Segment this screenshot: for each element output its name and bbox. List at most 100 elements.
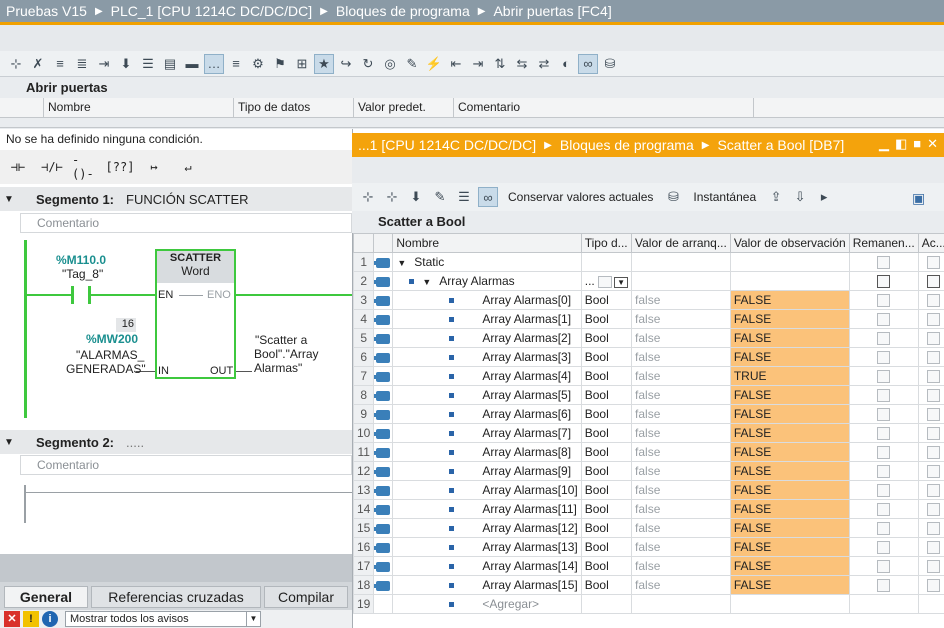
accessible-checkbox[interactable] [927,446,941,460]
retain-cell[interactable] [848,252,919,272]
apply-snapshot-icon[interactable]: ⇩ [790,187,810,207]
retain-checkbox[interactable] [877,503,891,517]
retain-checkbox[interactable] [877,256,891,270]
accessible-cell[interactable] [917,518,944,538]
accessible-checkbox[interactable] [927,427,941,441]
type-value[interactable]: Bool [585,369,609,383]
accessible-cell[interactable] [917,385,944,405]
retain-checkbox[interactable] [877,351,891,365]
type-value[interactable]: Bool [585,407,609,421]
type-value[interactable]: Bool [585,331,609,345]
sort-icon[interactable]: ⇅ [490,54,510,74]
type-value[interactable]: Bool [585,578,609,592]
table-row[interactable]: 15 Array Alarmas[12] Bool false FALSE [352,518,944,538]
name-cell[interactable]: ▼ Array Alarmas [392,271,582,291]
breadcrumb-current-block[interactable]: Abrir puertas [FC4] [493,3,611,19]
accessible-checkbox[interactable] [927,256,941,270]
outdent-icon[interactable]: ⇥ [468,54,488,74]
collapse-triangle-icon[interactable]: ▼ [0,437,18,448]
in-tag-line2[interactable]: GENERADAS" [66,362,146,376]
out-tag-line1[interactable]: "Scatter a [255,333,307,347]
maximize-icon[interactable]: ■ [913,136,921,152]
tab-cross-references[interactable]: Referencias cruzadas [91,586,261,608]
retain-checkbox[interactable] [877,370,891,384]
snapshot-button[interactable]: Instantánea [693,190,756,204]
retain-cell[interactable] [848,290,919,310]
name-cell[interactable]: <Agregar> [392,594,582,614]
type-cell[interactable]: Bool [580,575,633,595]
type-cell[interactable]: Bool [580,309,633,329]
accessible-checkbox[interactable] [927,560,941,574]
retain-cell[interactable] [848,442,919,462]
name-cell[interactable]: Array Alarmas[13] [392,537,582,557]
retain-cell[interactable] [848,423,919,443]
retain-checkbox[interactable] [877,541,891,555]
monitoring-glasses-icon[interactable]: ∞ [478,187,498,207]
table-row[interactable]: 13 Array Alarmas[10] Bool false FALSE [352,480,944,500]
reference-icon[interactable]: ⇄ [534,54,554,74]
type-value[interactable]: Bool [585,388,609,402]
start-value-cell[interactable]: false [631,423,731,443]
type-cell[interactable]: Bool [580,290,633,310]
retain-cell[interactable] [848,461,919,481]
type-cell[interactable] [580,252,633,272]
retain-checkbox[interactable] [877,389,891,403]
append-row-icon[interactable]: ≣ [72,54,92,74]
out-tag-line3[interactable]: Alarmas" [254,361,302,375]
message-filter-select[interactable]: Mostrar todos los avisos ▼ [65,611,261,627]
retain-checkbox[interactable] [877,465,891,479]
segment-2-comment[interactable]: Comentario [20,455,352,475]
name-cell[interactable]: Array Alarmas[0] [392,290,582,310]
type-value[interactable]: Bool [585,350,609,364]
table-row[interactable]: 8 Array Alarmas[5] Bool false FALSE [352,385,944,405]
tag-name[interactable]: Array Alarmas[3] [482,350,571,364]
retain-cell[interactable] [848,537,919,557]
retain-cell[interactable] [848,480,919,500]
indent-icon[interactable]: ⇤ [446,54,466,74]
chevron-down-icon[interactable]: ▼ [614,277,629,288]
name-cell[interactable]: ▼ Static [392,252,582,272]
type-cell[interactable]: Bool [580,404,633,424]
col-monitor-value[interactable]: Valor de observación [729,233,850,253]
tab-general[interactable]: General [4,586,88,608]
accessible-cell[interactable] [917,556,944,576]
collapse-triangle-icon[interactable]: ▼ [0,194,18,205]
tag-name[interactable]: Array Alarmas[1] [482,312,571,326]
retain-cell[interactable] [848,347,919,367]
retain-cell[interactable] [848,556,919,576]
breadcrumb-project[interactable]: Pruebas V15 [6,3,87,19]
start-value-cell[interactable]: false [631,556,731,576]
segment-1-comment[interactable]: Comentario [20,213,352,233]
type-value[interactable]: Bool [585,483,609,497]
retain-checkbox[interactable] [877,484,891,498]
breadcrumb-plc[interactable]: PLC_1 [CPU 1214C DC/DC/DC] [111,3,313,19]
monitoring-glasses-icon[interactable]: ∞ [578,53,598,74]
retain-cell[interactable] [848,309,919,329]
keep-actual-values-button[interactable]: Conservar valores actuales [508,190,653,204]
start-value-cell[interactable]: false [631,328,731,348]
accessible-cell[interactable] [917,252,944,272]
contact-address[interactable]: %M110.0 [56,253,106,267]
tag-name[interactable]: Array Alarmas[14] [482,559,577,573]
color-icon[interactable]: ◐ [556,54,576,74]
start-value-cell[interactable] [631,271,731,291]
tag-info-icon[interactable]: ⊞ [292,54,312,74]
in-address[interactable]: %MW200 [86,332,138,346]
interface-col-name[interactable]: Nombre [44,98,234,117]
load-values-icon[interactable]: ✎ [430,187,450,207]
table-row[interactable]: 19 <Agregar> [352,594,944,614]
modify-icon[interactable]: ✎ [402,54,422,74]
in-tag-line1[interactable]: "ALARMAS_ [76,348,144,362]
accessible-checkbox[interactable] [927,522,941,536]
warning-icon[interactable]: ! [23,611,39,627]
start-value-cell[interactable]: false [631,480,731,500]
segment-1-header[interactable]: ▼ Segmento 1: FUNCIÓN SCATTER [0,187,352,211]
tag-name[interactable]: Array Alarmas[4] [482,369,571,383]
accessible-cell[interactable] [917,480,944,500]
type-cell[interactable]: ... ▼ [580,271,633,291]
accessible-checkbox[interactable] [927,332,941,346]
accessible-cell[interactable] [917,575,944,595]
type-cell[interactable] [580,594,633,614]
tag-name[interactable]: Array Alarmas[13] [482,540,577,554]
segment-1-title[interactable]: FUNCIÓN SCATTER [126,192,249,207]
